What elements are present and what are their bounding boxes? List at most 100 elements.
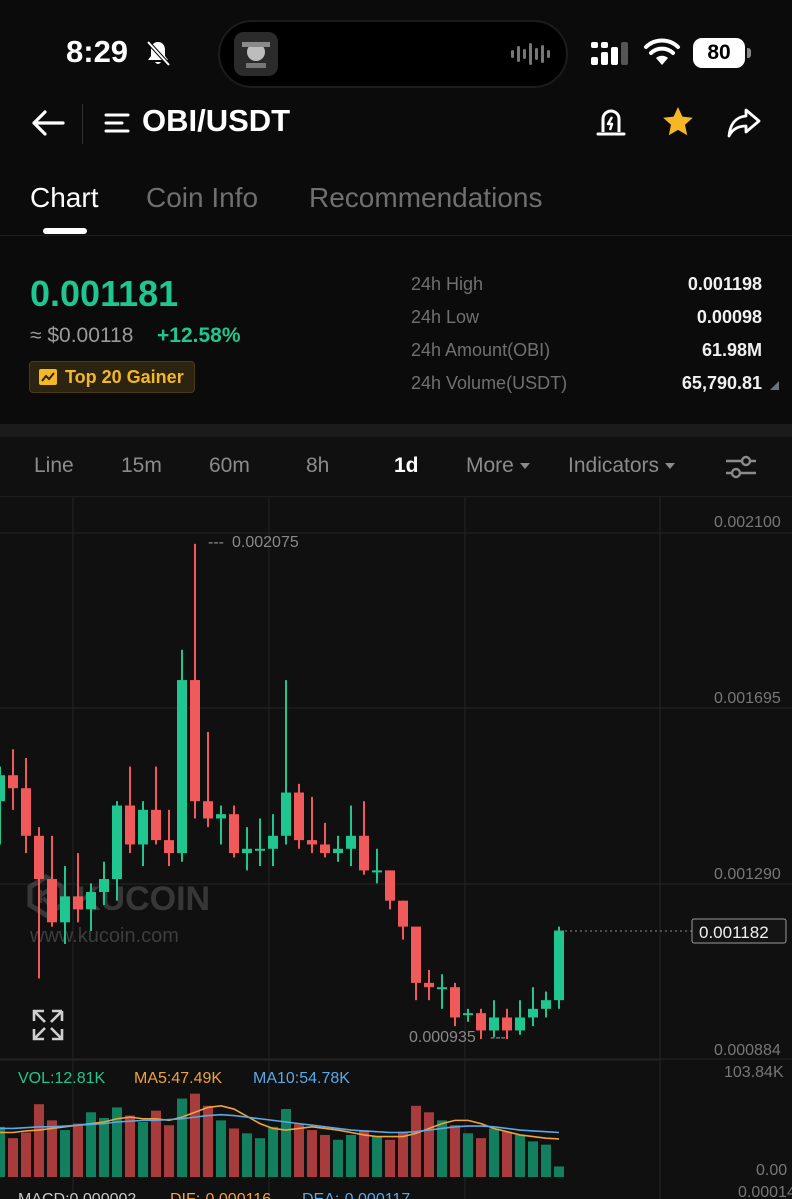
pair-title[interactable]: OBI/USDT	[142, 103, 290, 139]
chart-settings-icon[interactable]	[724, 453, 758, 481]
volume-bar	[60, 1130, 70, 1177]
candle-body	[242, 848, 252, 854]
stat-value-amount: 61.98M	[701, 340, 762, 360]
candle-body	[463, 1013, 473, 1016]
stat-value-high: 0.001198	[687, 274, 762, 294]
interval-more[interactable]: More	[466, 454, 530, 478]
high-marker-label: 0.002075	[232, 534, 299, 551]
watermark-brand: KUCOIN	[76, 880, 210, 918]
kline-chart-svg[interactable]: KUCOIN www.kucoin.com 0.002100 0.001695 …	[0, 497, 792, 1199]
volume-bar	[216, 1120, 226, 1177]
candle-body	[450, 987, 460, 1018]
volume-bar	[73, 1123, 83, 1177]
candle-body	[333, 848, 343, 854]
high-marker-dash: ---	[208, 534, 224, 551]
tab-active-indicator	[43, 228, 87, 234]
volume-bar	[125, 1115, 135, 1177]
volume-bar	[99, 1117, 109, 1177]
candle-body	[541, 1000, 551, 1009]
candle-body	[528, 1008, 538, 1018]
candle-body	[177, 680, 187, 854]
top-gainer-badge[interactable]: Top 20 Gainer	[29, 361, 195, 393]
favorite-star-icon[interactable]	[660, 104, 696, 140]
volume-bar	[229, 1128, 239, 1177]
corner-triangle-icon	[770, 381, 779, 390]
dif-legend: DIF:-0.000116	[170, 1191, 271, 1199]
volume-bar	[372, 1136, 382, 1177]
candle-body	[307, 840, 317, 845]
volume-bar	[8, 1138, 18, 1177]
candle-body	[346, 835, 356, 849]
candle-body	[411, 926, 421, 983]
volume-bar	[281, 1109, 291, 1177]
audio-wave-icon	[511, 43, 550, 65]
candle-body	[86, 892, 96, 910]
volume-bar	[502, 1131, 512, 1177]
kline-chart[interactable]: KUCOIN www.kucoin.com 0.002100 0.001695 …	[0, 497, 792, 1199]
candle-body	[8, 775, 18, 789]
price-alert-icon[interactable]	[594, 104, 628, 140]
candle-body	[398, 900, 408, 927]
volume-bar	[424, 1112, 434, 1177]
candle-body	[294, 792, 304, 841]
volume-bar	[34, 1104, 44, 1177]
interval-1d[interactable]: 1d	[394, 454, 419, 478]
tab-recommendations[interactable]: Recommendations	[309, 182, 542, 214]
share-icon[interactable]	[726, 106, 762, 140]
volume-bar	[476, 1138, 486, 1177]
candle-body	[320, 844, 330, 854]
price-axis-label-4: 0.000884	[714, 1042, 781, 1059]
current-price-tag: 0.001182	[699, 923, 769, 942]
main-tabs: Chart Coin Info Recommendations	[0, 172, 792, 236]
candle-body	[0, 775, 5, 802]
status-bar: 8:29 80	[0, 0, 792, 100]
price-axis-label-3: 0.001290	[714, 866, 781, 883]
wifi-icon	[644, 38, 680, 65]
tab-coin-info[interactable]: Coin Info	[146, 182, 258, 214]
interval-line[interactable]: Line	[34, 454, 74, 478]
volume-axis-top: 103.84K	[724, 1064, 784, 1081]
macd-axis-label: 0.000149	[738, 1184, 792, 1199]
candle-body	[138, 809, 148, 845]
macd-legend: MACD:0.000002	[18, 1191, 136, 1199]
stat-label-high: 24h High	[411, 274, 484, 294]
interval-8h[interactable]: 8h	[306, 454, 329, 478]
tab-chart[interactable]: Chart	[30, 182, 98, 214]
candle-body	[112, 805, 122, 880]
candle-body	[203, 801, 213, 819]
watermark-url: www.kucoin.com	[29, 925, 179, 947]
cellular-signal-icon	[591, 42, 628, 65]
indicators-dropdown[interactable]: Indicators	[568, 454, 676, 478]
volume-bar	[268, 1126, 278, 1177]
interval-15m[interactable]: 15m	[121, 454, 162, 478]
candle-body	[190, 680, 200, 802]
stat-value-volume: 65,790.81	[681, 373, 762, 393]
candle-body	[125, 805, 135, 845]
volume-bar	[554, 1166, 564, 1177]
candle-body	[554, 930, 564, 1001]
top-gainer-label: Top 20 Gainer	[65, 366, 184, 387]
vol-legend: VOL:12.81K	[18, 1070, 106, 1087]
interval-bar: Line 15m 60m 8h 1d More Indicators	[0, 437, 792, 497]
artwork-image	[234, 32, 278, 76]
candle-body	[268, 835, 278, 849]
candle-body	[372, 870, 382, 873]
volume-bar	[190, 1093, 200, 1177]
candle-body	[385, 870, 395, 901]
volume-bar	[528, 1141, 538, 1177]
volume-bar	[242, 1133, 252, 1177]
price-change: +12.58%	[157, 324, 241, 347]
volume-bar	[164, 1125, 174, 1177]
interval-60m[interactable]: 60m	[209, 454, 250, 478]
candle-body	[281, 792, 291, 836]
fullscreen-icon[interactable]	[32, 1009, 64, 1041]
volume-bar	[398, 1131, 408, 1177]
pair-menu-icon[interactable]	[104, 112, 130, 134]
status-time: 8:29	[66, 34, 129, 69]
candle-body	[424, 982, 434, 988]
kucoin-watermark: KUCOIN	[27, 874, 210, 918]
candle-body	[34, 835, 44, 880]
back-arrow-icon[interactable]	[30, 108, 66, 138]
top-nav: OBI/USDT	[0, 100, 792, 150]
candles-layer	[0, 543, 564, 1040]
